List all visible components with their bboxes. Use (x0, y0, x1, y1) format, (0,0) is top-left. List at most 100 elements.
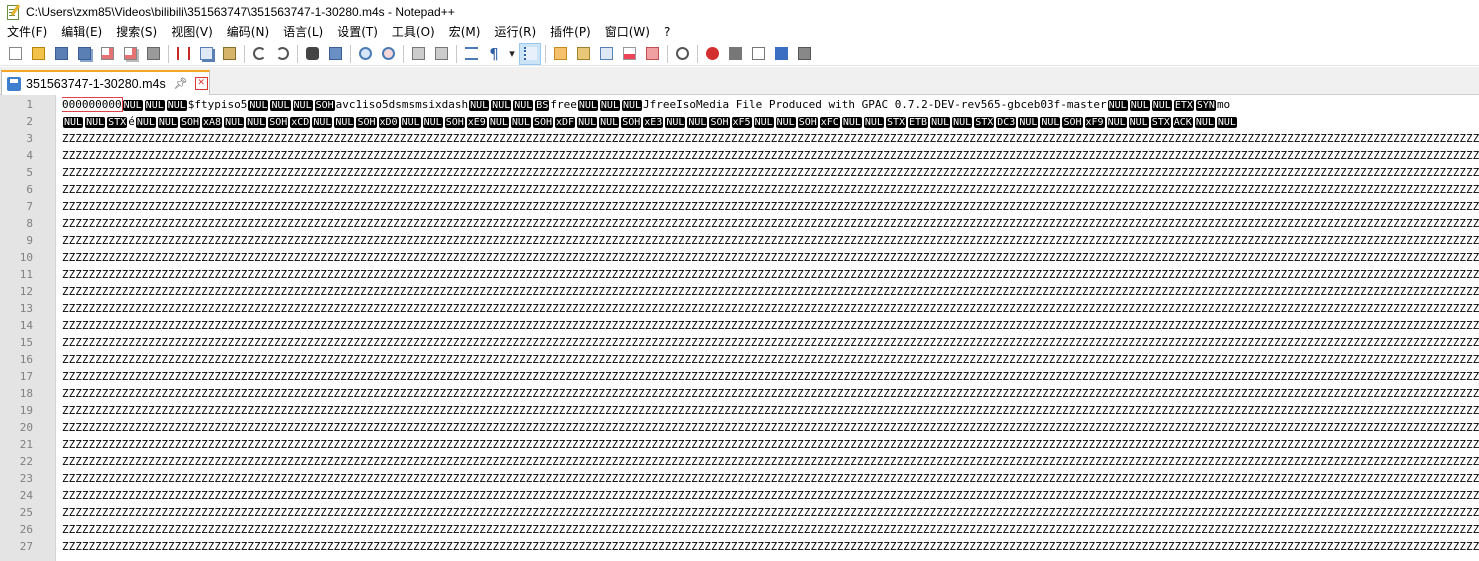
udl-button[interactable] (549, 43, 571, 65)
tab-label: 351563747-1-30280.m4s (26, 76, 166, 91)
code-line[interactable]: ZZZZZZZZZZZZZZZZZZZZZZZZZZZZZZZZZZZZZZZZ… (62, 215, 1479, 232)
code-line[interactable]: 000000000 NUL NUL NUL $ftypiso5 NUL NUL NUL SOH a… (62, 96, 1230, 113)
line-number: 7 (26, 200, 33, 213)
save-macro-button[interactable] (793, 43, 815, 65)
control-char-badge: SOH (314, 100, 335, 111)
control-char-badge: NUL (1107, 100, 1128, 111)
play-macro-button[interactable] (747, 43, 769, 65)
control-char-badge: NUL (422, 117, 443, 128)
paste-button[interactable] (218, 43, 240, 65)
control-char-badge: NUL (775, 117, 796, 128)
replace-icon (328, 47, 342, 60)
dropdown-arrow-button[interactable]: ▾ (506, 43, 518, 65)
document-tab[interactable]: 351563747-1-30280.m4s 📌︎ ✕ (1, 70, 210, 95)
function-list-button[interactable] (595, 43, 617, 65)
menu-macro[interactable]: 宏(M) (442, 23, 488, 42)
toolbar-separator (697, 44, 698, 63)
code-line[interactable]: ZZZZZZZZZZZZZZZZZZZZZZZZZZZZZZZZZZZZZZZZ… (62, 453, 1479, 470)
code-line[interactable]: ZZZZZZZZZZZZZZZZZZZZZZZZZZZZZZZZZZZZZZZZ… (62, 198, 1479, 215)
print-button[interactable] (142, 43, 164, 65)
cut-button[interactable] (172, 43, 194, 65)
code-line[interactable]: ZZZZZZZZZZZZZZZZZZZZZZZZZZZZZZZZZZZZZZZZ… (62, 538, 1479, 555)
code-line[interactable]: ZZZZZZZZZZZZZZZZZZZZZZZZZZZZZZZZZZZZZZZZ… (62, 164, 1479, 181)
monitoring-eye-button[interactable] (671, 43, 693, 65)
menu-settings[interactable]: 设置(T) (330, 23, 385, 42)
copy-button[interactable] (195, 43, 217, 65)
folder-workspace-button[interactable] (618, 43, 640, 65)
close-tab-icon[interactable]: ✕ (194, 77, 208, 90)
redo-button[interactable] (271, 43, 293, 65)
control-char-badge: BS (535, 100, 550, 111)
menu-plugins[interactable]: 插件(P) (543, 23, 598, 42)
code-line[interactable]: ZZZZZZZZZZZZZZZZZZZZZZZZZZZZZZZZZZZZZZZZ… (62, 385, 1479, 402)
menu-encoding[interactable]: 编码(N) (220, 23, 276, 42)
code-line[interactable]: ZZZZZZZZZZZZZZZZZZZZZZZZZZZZZZZZZZZZZZZZ… (62, 351, 1479, 368)
menu-file[interactable]: 文件(F) (0, 23, 54, 42)
code-line[interactable]: ZZZZZZZZZZZZZZZZZZZZZZZZZZZZZZZZZZZZZZZZ… (62, 300, 1479, 317)
code-line[interactable]: ZZZZZZZZZZZZZZZZZZZZZZZZZZZZZZZZZZZZZZZZ… (62, 470, 1479, 487)
undo-button[interactable] (248, 43, 270, 65)
menu-tools[interactable]: 工具(O) (385, 23, 442, 42)
control-char-badge: NUL (488, 117, 509, 128)
redo-icon (275, 47, 289, 60)
menu-language[interactable]: 语言(L) (276, 23, 330, 42)
code-line[interactable]: ZZZZZZZZZZZZZZZZZZZZZZZZZZZZZZZZZZZZZZZZ… (62, 334, 1479, 351)
folder-icon (645, 47, 659, 60)
record-macro-button[interactable] (701, 43, 723, 65)
toolbar-separator (667, 44, 668, 63)
sync-horizontal-button[interactable] (430, 43, 452, 65)
code-line[interactable]: ZZZZZZZZZZZZZZZZZZZZZZZZZZZZZZZZZZZZZZZZ… (62, 249, 1479, 266)
new-file-button[interactable] (4, 43, 26, 65)
editor-area[interactable]: 1 2 3 4 5 6 7 8 9 10 11 12 13 14 15 16 17 18 19 20 21 22 23 24 2… (0, 95, 1479, 561)
control-char-badge: NUL (400, 117, 421, 128)
control-char-badge: SOH (621, 117, 642, 128)
zoom-in-button[interactable] (354, 43, 376, 65)
code-line[interactable]: ZZZZZZZZZZZZZZZZZZZZZZZZZZZZZZZZZZZZZZZZ… (62, 130, 1479, 147)
code-line[interactable]: ZZZZZZZZZZZZZZZZZZZZZZZZZZZZZZZZZZZZZZZZ… (62, 504, 1479, 521)
doc-map-button[interactable] (572, 43, 594, 65)
replace-button[interactable] (324, 43, 346, 65)
code-line[interactable]: ZZZZZZZZZZZZZZZZZZZZZZZZZZZZZZZZZZZZZZZZ… (62, 147, 1479, 164)
menu-window[interactable]: 窗口(W) (598, 23, 657, 42)
code-line[interactable]: ZZZZZZZZZZZZZZZZZZZZZZZZZZZZZZZZZZZZZZZZ… (62, 419, 1479, 436)
control-char-badge: NUL (599, 100, 620, 111)
run-macro-multiple-button[interactable] (770, 43, 792, 65)
menu-search[interactable]: 搜索(S) (109, 23, 164, 42)
line-number: 3 (26, 132, 33, 145)
indent-guide-button[interactable] (519, 42, 541, 65)
save-button[interactable] (50, 43, 72, 65)
word-wrap-button[interactable] (460, 43, 482, 65)
control-char-badge: NUL (334, 117, 355, 128)
code-line[interactable]: ZZZZZZZZZZZZZZZZZZZZZZZZZZZZZZZZZZZZZZZZ… (62, 232, 1479, 249)
save-all-button[interactable] (73, 43, 95, 65)
close-button[interactable] (96, 43, 118, 65)
menu-help[interactable]: ? (657, 23, 677, 42)
code-line[interactable]: ZZZZZZZZZZZZZZZZZZZZZZZZZZZZZZZZZZZZZZZZ… (62, 181, 1479, 198)
stop-macro-button[interactable] (724, 43, 746, 65)
sync-vertical-button[interactable] (407, 43, 429, 65)
control-char-badge: xCD (290, 117, 311, 128)
menu-view[interactable]: 视图(V) (164, 23, 220, 42)
open-file-button[interactable] (27, 43, 49, 65)
code-line[interactable]: ZZZZZZZZZZZZZZZZZZZZZZZZZZZZZZZZZZZZZZZZ… (62, 266, 1479, 283)
code-line[interactable]: NUL NUL STX é NUL NUL SOH xA8 NUL NUL SOH xCD NUL NUL… (62, 113, 1238, 130)
menu-edit[interactable]: 编辑(E) (54, 23, 109, 42)
zoom-out-button[interactable] (377, 43, 399, 65)
code-line[interactable]: ZZZZZZZZZZZZZZZZZZZZZZZZZZZZZZZZZZZZZZZZ… (62, 283, 1479, 300)
control-char-badge: NUL (1018, 117, 1039, 128)
show-all-chars-button[interactable]: ¶ (483, 43, 505, 65)
line-number: 9 (26, 234, 33, 247)
folder-button[interactable] (641, 43, 663, 65)
code-line[interactable]: ZZZZZZZZZZZZZZZZZZZZZZZZZZZZZZZZZZZZZZZZ… (62, 436, 1479, 453)
code-line[interactable]: ZZZZZZZZZZZZZZZZZZZZZZZZZZZZZZZZZZZZZZZZ… (62, 368, 1479, 385)
pin-icon[interactable]: 📌︎ (174, 77, 188, 90)
line-number: 23 (19, 472, 33, 485)
find-button[interactable] (301, 43, 323, 65)
text-area[interactable]: 000000000 NUL NUL NUL $ftypiso5 NUL NUL NUL SOH a… (62, 95, 1479, 561)
close-all-button[interactable] (119, 43, 141, 65)
menu-run[interactable]: 运行(R) (487, 23, 543, 42)
code-line[interactable]: ZZZZZZZZZZZZZZZZZZZZZZZZZZZZZZZZZZZZZZZZ… (62, 521, 1479, 538)
code-line[interactable]: ZZZZZZZZZZZZZZZZZZZZZZZZZZZZZZZZZZZZZZZZ… (62, 402, 1479, 419)
code-line[interactable]: ZZZZZZZZZZZZZZZZZZZZZZZZZZZZZZZZZZZZZZZZ… (62, 317, 1479, 334)
code-line[interactable]: ZZZZZZZZZZZZZZZZZZZZZZZZZZZZZZZZZZZZZZZZ… (62, 487, 1479, 504)
